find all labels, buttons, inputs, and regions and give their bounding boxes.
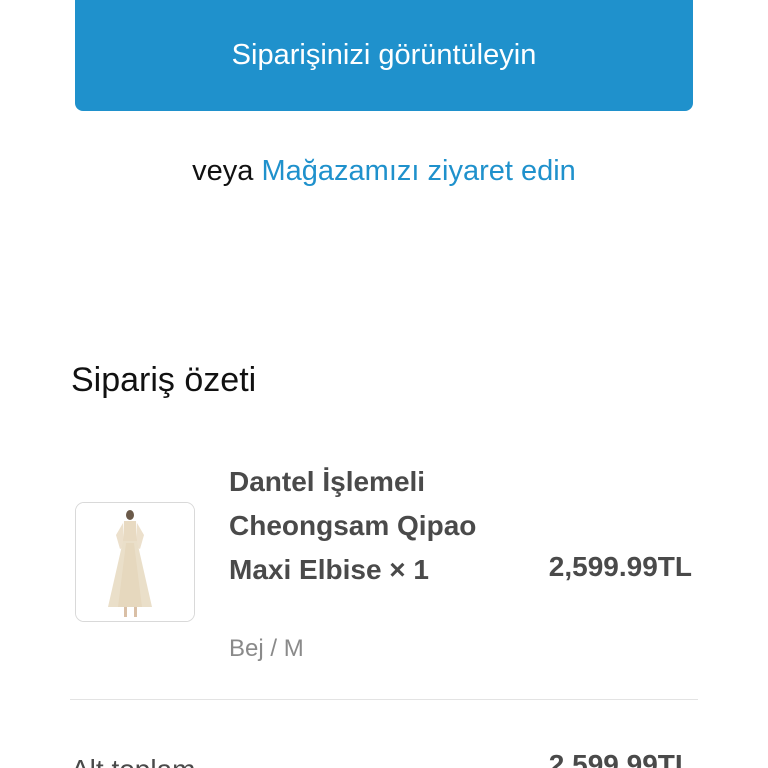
product-image	[75, 502, 195, 622]
visit-store-link[interactable]: Mağazamızı ziyaret edin	[262, 155, 576, 187]
product-price: 2,599.99TL	[548, 551, 692, 582]
dress-illustration	[76, 503, 194, 621]
product-name: Dantel İşlemeli Cheongsam Qipao Maxi Elb…	[229, 466, 477, 585]
product-variant: Bej / M	[229, 635, 304, 662]
alternative-action-line: veya Mağazamızı ziyaret edin	[0, 152, 768, 190]
subtotal-label: Alt toplam	[71, 752, 196, 768]
or-text: veya	[192, 155, 254, 187]
order-summary-title: Sipariş özeti	[71, 361, 257, 399]
order-confirmation-page: Siparişinizi görüntüleyin veya Mağazamız…	[0, 0, 768, 768]
subtotal-value: 2,599.99TL	[548, 749, 692, 768]
divider	[70, 699, 698, 700]
view-order-button[interactable]: Siparişinizi görüntüleyin	[75, 0, 693, 111]
